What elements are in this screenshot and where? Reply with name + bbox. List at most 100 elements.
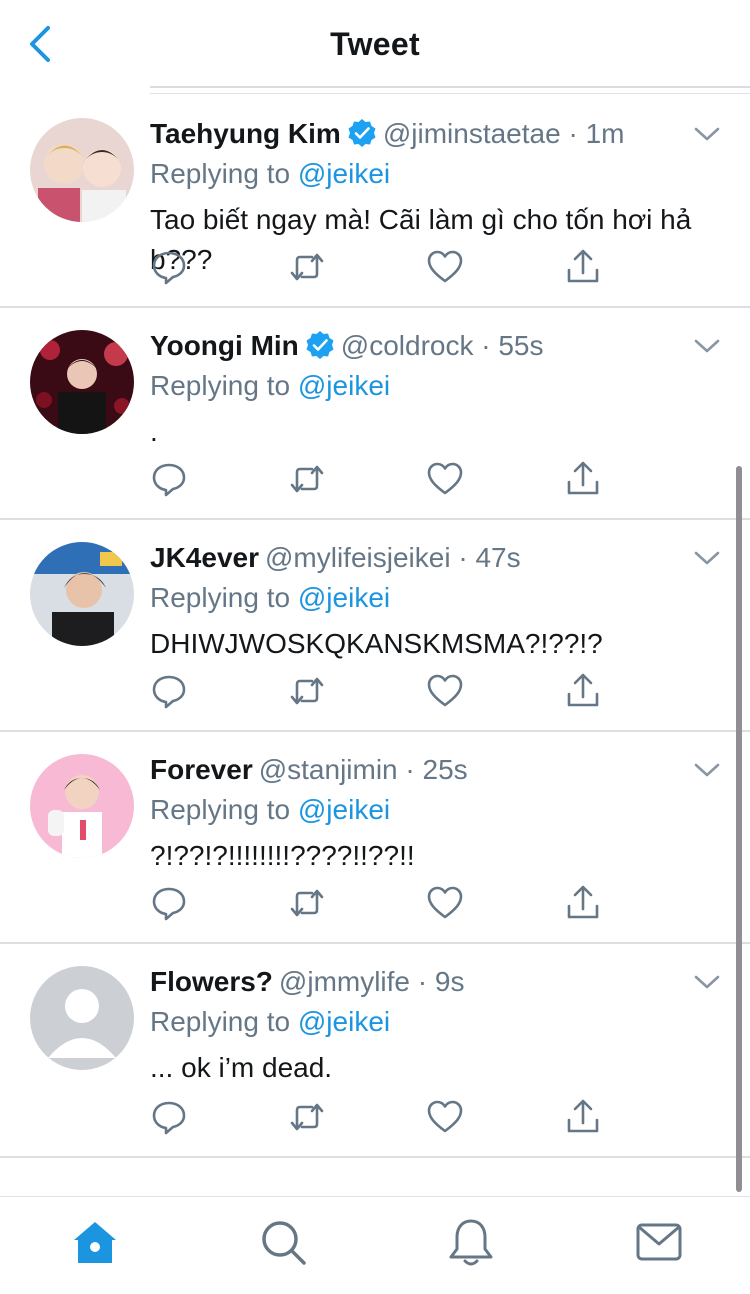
- mention-link[interactable]: @jeikei: [298, 370, 390, 401]
- chevron-down-icon: [694, 339, 720, 353]
- tweet-menu-button[interactable]: [692, 760, 722, 780]
- reply-button[interactable]: [150, 460, 188, 498]
- divider: [150, 86, 750, 88]
- user-handle[interactable]: @coldrock: [341, 330, 474, 361]
- bell-icon: [449, 1219, 493, 1266]
- avatar[interactable]: [30, 754, 134, 858]
- tweet-menu-button[interactable]: [692, 124, 722, 144]
- share-icon: [564, 884, 602, 922]
- tweet-reply[interactable]: Forever @stanjimin · 25s Replying to @jei…: [0, 732, 750, 944]
- mail-icon: [636, 1223, 682, 1261]
- like-button[interactable]: [426, 884, 464, 922]
- avatar[interactable]: [30, 542, 134, 646]
- like-button[interactable]: [426, 248, 464, 286]
- user-handle[interactable]: @stanjimin: [259, 754, 398, 785]
- tweet-menu-button[interactable]: [692, 548, 722, 568]
- reply-button[interactable]: [150, 672, 188, 710]
- reply-button[interactable]: [150, 884, 188, 922]
- replying-to-label: Replying to: [150, 794, 298, 825]
- share-button[interactable]: [564, 1098, 602, 1136]
- replying-to: Replying to @jeikei: [150, 368, 390, 404]
- mention-link[interactable]: @jeikei: [298, 582, 390, 613]
- heart-icon: [426, 248, 464, 286]
- avatar[interactable]: [30, 966, 134, 1070]
- retweet-icon: [288, 672, 326, 710]
- tweet-actions: [150, 460, 610, 500]
- display-name[interactable]: Yoongi Min: [150, 330, 299, 361]
- like-button[interactable]: [426, 1098, 464, 1136]
- tweet-text: DHIWJWOSKQKANSKMSMA?!??!?: [150, 628, 603, 659]
- tweet-header: Flowers? @jmmylife · 9s: [150, 964, 690, 1000]
- reply-icon: [150, 884, 188, 922]
- tweet-header: Yoongi Min @coldrock · 55s: [150, 328, 690, 364]
- reply-button[interactable]: [150, 248, 188, 286]
- tweet-header: Forever @stanjimin · 25s: [150, 752, 690, 788]
- separator: ·: [450, 542, 476, 573]
- tweet-text: .: [150, 416, 158, 447]
- scrollbar[interactable]: [736, 466, 742, 1192]
- tweet-reply[interactable]: Yoongi Min @coldrock · 55s Replying to @j…: [0, 308, 750, 520]
- heart-icon: [426, 1098, 464, 1136]
- tab-notifications[interactable]: [446, 1217, 496, 1267]
- share-button[interactable]: [564, 884, 602, 922]
- reply-icon: [150, 248, 188, 286]
- header: Tweet: [0, 0, 750, 94]
- tweet-reply[interactable]: JK4ever @mylifeisjeikei · 47s Replying to…: [0, 520, 750, 732]
- timestamp: 1m: [585, 118, 625, 149]
- chevron-down-icon: [694, 763, 720, 777]
- reply-icon: [150, 460, 188, 498]
- display-name[interactable]: JK4ever: [150, 542, 259, 573]
- user-handle[interactable]: @jmmylife: [279, 966, 410, 997]
- reply-icon: [150, 1098, 188, 1136]
- like-button[interactable]: [426, 460, 464, 498]
- heart-icon: [426, 460, 464, 498]
- tweet-reply[interactable]: Taehyung Kim @jiminstaetae · 1m Replying …: [0, 96, 750, 308]
- heart-icon: [426, 884, 464, 922]
- share-button[interactable]: [564, 248, 602, 286]
- mention-link[interactable]: @jeikei: [298, 1006, 390, 1037]
- separator: ·: [560, 118, 586, 149]
- tab-messages[interactable]: [634, 1217, 684, 1267]
- avatar[interactable]: [30, 118, 134, 222]
- separator: ·: [397, 754, 423, 785]
- user-handle[interactable]: @mylifeisjeikei: [265, 542, 451, 573]
- share-button[interactable]: [564, 672, 602, 710]
- tweet-actions: [150, 884, 610, 924]
- tweet-text: ?!??!?!!!!!!!!????!!??!!: [150, 840, 415, 871]
- retweet-button[interactable]: [288, 1098, 326, 1136]
- avatar[interactable]: [30, 330, 134, 434]
- timestamp: 25s: [422, 754, 468, 785]
- retweet-button[interactable]: [288, 460, 326, 498]
- reply-icon: [150, 672, 188, 710]
- retweet-icon: [288, 460, 326, 498]
- timestamp: 55s: [498, 330, 544, 361]
- heart-icon: [426, 672, 464, 710]
- timestamp: 9s: [434, 966, 465, 997]
- tab-home[interactable]: [70, 1217, 120, 1267]
- reply-button[interactable]: [150, 1098, 188, 1136]
- retweet-button[interactable]: [288, 884, 326, 922]
- display-name[interactable]: Forever: [150, 754, 253, 785]
- replying-to-label: Replying to: [150, 370, 298, 401]
- user-handle[interactable]: @jiminstaetae: [383, 118, 561, 149]
- display-name[interactable]: Flowers?: [150, 966, 273, 997]
- tweet-actions: [150, 1098, 610, 1138]
- tab-search[interactable]: [258, 1217, 308, 1267]
- share-icon: [564, 248, 602, 286]
- separator: ·: [473, 330, 499, 361]
- tweet-menu-button[interactable]: [692, 972, 722, 992]
- tweet-text: ... ok i’m dead.: [150, 1052, 333, 1083]
- tweet-header: JK4ever @mylifeisjeikei · 47s: [150, 540, 690, 576]
- share-icon: [564, 1098, 602, 1136]
- retweet-button[interactable]: [288, 672, 326, 710]
- tweet-reply[interactable]: Flowers? @jmmylife · 9s Replying to @jeik…: [0, 944, 750, 1158]
- display-name[interactable]: Taehyung Kim: [150, 118, 341, 149]
- like-button[interactable]: [426, 672, 464, 710]
- tweet-menu-button[interactable]: [692, 336, 722, 356]
- share-button[interactable]: [564, 460, 602, 498]
- reply-feed: Taehyung Kim @jiminstaetae · 1m Replying …: [0, 96, 750, 1158]
- mention-link[interactable]: @jeikei: [298, 794, 390, 825]
- mention-link[interactable]: @jeikei: [298, 158, 390, 189]
- divider: [150, 93, 750, 94]
- retweet-button[interactable]: [288, 248, 326, 286]
